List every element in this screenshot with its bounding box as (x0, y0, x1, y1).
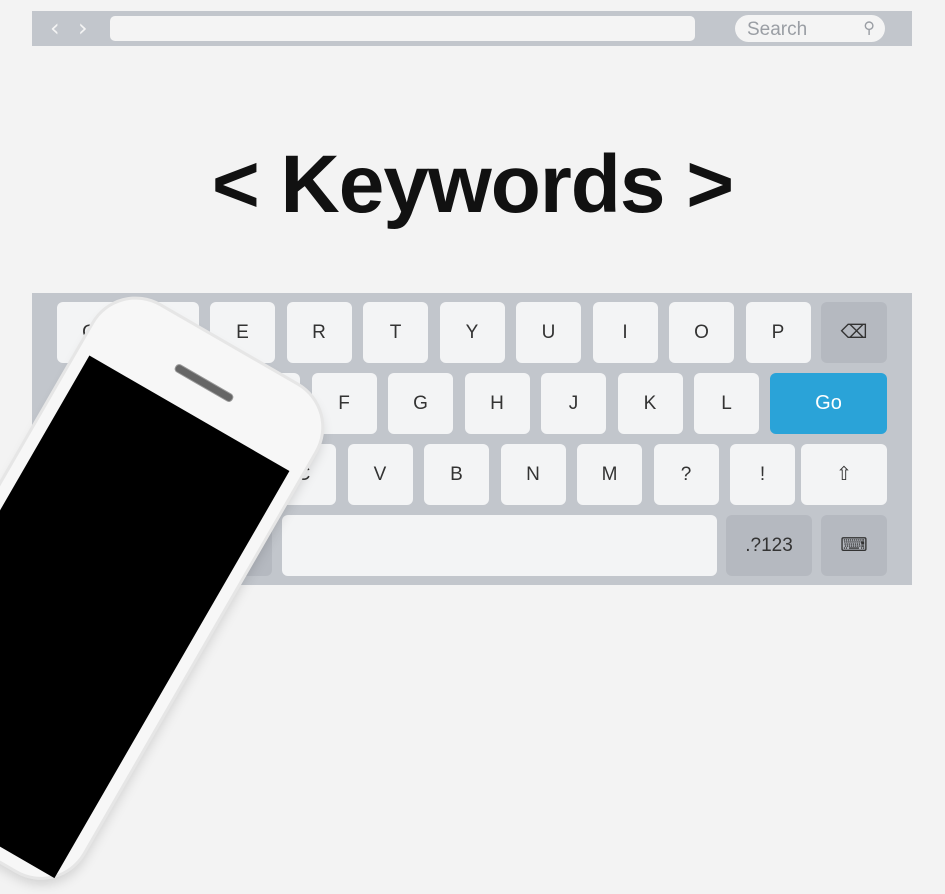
key-v[interactable]: V (347, 444, 413, 505)
key-p[interactable]: P (745, 302, 811, 363)
key-exclamation[interactable]: ! (730, 444, 795, 505)
address-bar[interactable] (110, 16, 695, 41)
forward-button[interactable]: › (78, 16, 88, 40)
key-l[interactable]: L (694, 373, 759, 434)
phone-speaker (173, 362, 235, 404)
search-input[interactable]: Search ⚲ (735, 15, 885, 42)
keyboard-hide-key[interactable]: ⌨ (821, 515, 887, 576)
key-j[interactable]: J (541, 373, 606, 434)
key-u[interactable]: U (516, 302, 581, 363)
phone-screen (0, 355, 290, 879)
key-question[interactable]: ? (653, 444, 719, 505)
back-button[interactable]: ‹ (50, 16, 60, 40)
go-key[interactable]: Go (770, 373, 887, 434)
search-icon: ⚲ (863, 20, 875, 37)
key-m[interactable]: M (577, 444, 642, 505)
key-h[interactable]: H (464, 373, 530, 434)
key-r[interactable]: R (286, 302, 352, 363)
numbers-key[interactable]: .?123 (726, 515, 812, 576)
key-n[interactable]: N (500, 444, 566, 505)
key-o[interactable]: O (669, 302, 734, 363)
key-y[interactable]: Y (439, 302, 505, 363)
key-b[interactable]: B (424, 444, 489, 505)
search-placeholder: Search (747, 19, 808, 40)
key-k[interactable]: K (617, 373, 683, 434)
browser-toolbar: ‹ › Search ⚲ (32, 11, 912, 46)
space-key[interactable] (282, 515, 717, 576)
backspace-key[interactable]: ⌫ (821, 302, 887, 363)
key-i[interactable]: I (592, 302, 658, 363)
shift-key[interactable]: ⇧ (801, 444, 887, 505)
key-g[interactable]: G (388, 373, 453, 434)
key-t[interactable]: T (363, 302, 428, 363)
page-title: < Keywords > (211, 139, 734, 230)
